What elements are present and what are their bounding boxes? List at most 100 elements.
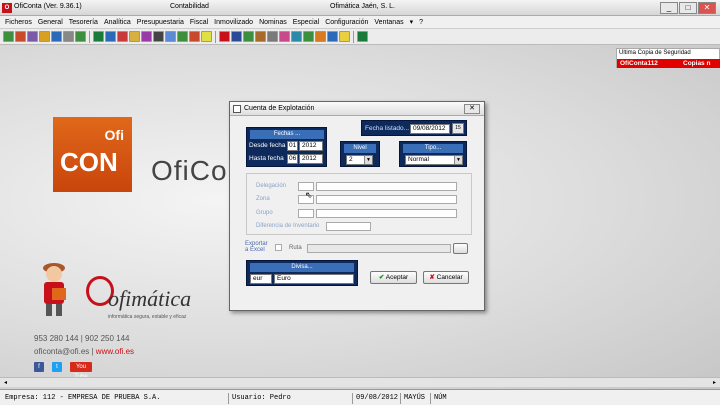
toolbar-button-icon[interactable] [165, 31, 176, 42]
toolbar-button-icon[interactable] [93, 31, 104, 42]
toolbar-button-icon[interactable] [243, 31, 254, 42]
divisa-code-input[interactable]: eur [250, 274, 272, 284]
menu-bar: Ficheros General Tesorería Analítica Pre… [0, 16, 720, 29]
menu-fiscal[interactable]: Fiscal [187, 19, 211, 26]
toolbar-separator [353, 30, 354, 43]
maximize-button[interactable]: □ [679, 2, 697, 14]
ruta-browse-button[interactable] [453, 243, 468, 254]
grupo-name-input[interactable] [316, 209, 457, 218]
toolbar-button-icon[interactable] [327, 31, 338, 42]
toolbar-button-icon[interactable] [279, 31, 290, 42]
delegacion-name-input[interactable] [316, 182, 457, 191]
toolbar-separator [89, 30, 90, 43]
mouse-cursor-icon: ⇖ [305, 190, 313, 200]
close-button[interactable]: ✕ [698, 2, 716, 14]
menu-tesoreria[interactable]: Tesorería [66, 19, 101, 26]
desde-year-input[interactable]: 2012 [299, 141, 323, 151]
window-title: OfiConta (Ver. 9.36.1) [14, 3, 82, 10]
facebook-icon[interactable]: f [34, 362, 44, 372]
toolbar [0, 29, 720, 45]
menu-ventanas[interactable]: Ventanas [371, 19, 406, 26]
menu-inmovilizado[interactable]: Inmovilizado [211, 19, 256, 26]
toolbar-button-icon[interactable] [255, 31, 266, 42]
cancelar-button[interactable]: ✘ Cancelar [423, 271, 469, 284]
toolbar-button-icon[interactable] [339, 31, 350, 42]
menu-overflow[interactable]: ▾ [407, 18, 417, 26]
menu-analitica[interactable]: Analítica [101, 19, 134, 26]
exportar-excel-checkbox[interactable] [275, 244, 282, 251]
horizontal-scrollbar[interactable]: ◂ ▸ [0, 377, 720, 387]
toolbar-button-icon[interactable] [291, 31, 302, 42]
toolbar-button-icon[interactable] [153, 31, 164, 42]
toolbar-button-icon[interactable] [117, 31, 128, 42]
hasta-month-input[interactable]: 06 [287, 154, 298, 164]
menu-presupuestaria[interactable]: Presupuestaria [134, 19, 187, 26]
title-bar: O OfiConta (Ver. 9.36.1) Contabilidad Of… [0, 0, 720, 16]
ofimatica-name: ofimática [108, 286, 192, 311]
toolbar-button-icon[interactable] [63, 31, 74, 42]
email-link[interactable]: oficonta@ofi.es [34, 347, 89, 356]
menu-help[interactable]: ? [416, 19, 426, 26]
toolbar-button-icon[interactable] [141, 31, 152, 42]
twitter-icon[interactable]: t [52, 362, 62, 372]
toolbar-button-icon[interactable] [129, 31, 140, 42]
toolbar-button-icon[interactable] [51, 31, 62, 42]
phone-numbers: 953 280 144 | 902 250 144 [34, 334, 130, 343]
toolbar-button-icon[interactable] [219, 31, 230, 42]
company-title: Ofimática Jaén, S. L. [330, 3, 395, 10]
desde-month-input[interactable]: 01 [287, 141, 298, 151]
toolbar-button-icon[interactable] [39, 31, 50, 42]
aceptar-button[interactable]: ✔ Aceptar [370, 271, 417, 284]
toolbar-button-icon[interactable] [189, 31, 200, 42]
web-link[interactable]: www.ofi.es [96, 347, 134, 356]
nivel-select[interactable]: 2 ▼ [346, 155, 373, 165]
check-icon: ✔ [378, 274, 385, 281]
toolbar-button-icon[interactable] [357, 31, 368, 42]
toolbar-button-icon[interactable] [315, 31, 326, 42]
menu-nominas[interactable]: Nominas [256, 19, 290, 26]
oficon-logo: Ofi CON [53, 117, 132, 192]
zona-name-input[interactable] [316, 195, 457, 204]
youtube-icon[interactable]: You Tube [70, 362, 92, 380]
toolbar-button-icon[interactable] [75, 31, 86, 42]
toolbar-button-icon[interactable] [231, 31, 242, 42]
menu-especial[interactable]: Especial [290, 19, 322, 26]
toolbar-button-icon[interactable] [177, 31, 188, 42]
scroll-left-icon[interactable]: ◂ [1, 379, 10, 387]
diferencia-inventario-input[interactable] [326, 222, 371, 231]
toolbar-button-icon[interactable] [15, 31, 26, 42]
aceptar-label: Aceptar [385, 274, 409, 281]
dialog-title: Cuenta de Explotación [244, 105, 315, 112]
divisa-name-input[interactable]: Euro [274, 274, 354, 284]
status-bar: Empresa: 112 - EMPRESA DE PRUEBA S.A. Us… [0, 389, 720, 405]
menu-configuracion[interactable]: Configuración [322, 19, 371, 26]
tipo-select[interactable]: Normal ▼ [405, 155, 463, 165]
toolbar-button-icon[interactable] [27, 31, 38, 42]
dialog-close-button[interactable]: ✕ [464, 104, 480, 114]
mascot-illustration [43, 263, 66, 316]
toolbar-button-icon[interactable] [201, 31, 212, 42]
fecha-listado-panel: Fecha listado... 09/08/2012 15 [361, 120, 467, 136]
calendar-icon[interactable]: 15 [452, 123, 464, 134]
desde-fecha-label: Desde fecha [249, 142, 286, 149]
backup-title: Ultima Copia de Seguridad [619, 50, 691, 56]
status-num: NÚM [430, 393, 447, 404]
nivel-header: Nivel [344, 144, 376, 153]
scroll-right-icon[interactable]: ▸ [710, 379, 719, 387]
minimize-button[interactable]: _ [660, 2, 678, 14]
toolbar-button-icon[interactable] [303, 31, 314, 42]
toolbar-button-icon[interactable] [267, 31, 278, 42]
menu-ficheros[interactable]: Ficheros [2, 19, 35, 26]
grupo-label: Grupo [256, 210, 273, 216]
hasta-year-input[interactable]: 2012 [299, 154, 323, 164]
toolbar-button-icon[interactable] [105, 31, 116, 42]
ofimatica-tagline: informática segura, estable y eficaz [108, 314, 187, 320]
diferencia-inventario-label: Diferencia de Inventario [256, 223, 320, 229]
divisa-panel: Divisa... eur Euro [246, 260, 358, 286]
ruta-input[interactable] [307, 244, 451, 253]
menu-general[interactable]: General [35, 19, 66, 26]
fecha-listado-input[interactable]: 09/08/2012 [410, 124, 450, 134]
fechas-panel: Fechas ... Desde fecha 01 2012 Hasta fec… [246, 127, 327, 167]
toolbar-button-icon[interactable] [3, 31, 14, 42]
grupo-code-input[interactable] [298, 209, 314, 218]
